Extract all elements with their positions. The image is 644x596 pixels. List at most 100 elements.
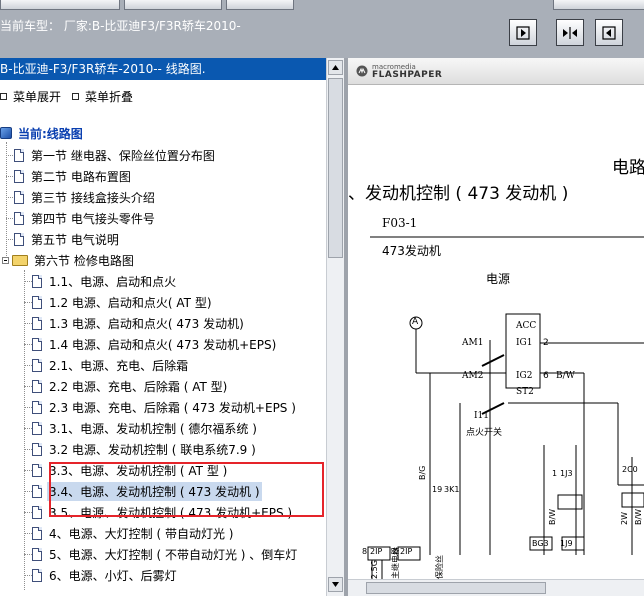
menu-collapse-button[interactable]: 菜单折叠	[72, 88, 133, 105]
scroll-up-arrow-icon	[332, 65, 339, 70]
collapse-toggle-icon[interactable]	[2, 256, 9, 264]
wire-label-bw: B/W	[556, 371, 575, 381]
tree-connector	[24, 302, 32, 303]
scroll-up-button[interactable]	[328, 60, 343, 75]
viewer-horizontal-scrollbar[interactable]	[348, 579, 644, 596]
tree-item[interactable]: 6、电源、小灯、后雾灯	[32, 565, 179, 585]
collapse-left-panel-button[interactable]	[509, 19, 537, 46]
tree-item[interactable]: 2.1、电源、充电、后除霜	[32, 355, 190, 375]
tree-connector	[24, 554, 32, 555]
tree-chapter-label: 第四节 电气接头零件号	[31, 211, 155, 226]
tree-connector	[6, 176, 13, 177]
top-tab-2[interactable]	[124, 0, 222, 10]
tree-item-label: 5、电源、大灯控制 ( 不带自动灯光 ) 、倒车灯	[49, 547, 298, 562]
tree-chapter-6[interactable]: 第六节 检修电路图	[2, 250, 136, 270]
tree-item[interactable]: 1.1、电源、启动和点火	[32, 271, 178, 291]
tree-connector	[24, 365, 32, 366]
document-icon	[14, 169, 24, 183]
ignition-switch-number: I11	[474, 411, 490, 421]
document-icon	[14, 190, 24, 204]
tree-item[interactable]: 1.3 电源、启动和点火( 473 发动机)	[32, 313, 246, 333]
tree-item-label: 3.3、电源、发动机控制 ( AT 型 )	[49, 463, 228, 478]
tree-connector	[24, 270, 25, 590]
tree-item[interactable]: 1.2 电源、启动和点火( AT 型)	[32, 292, 214, 312]
top-tab-4[interactable]	[553, 0, 644, 10]
tree-connector	[24, 512, 32, 513]
wire-label: 2W	[620, 512, 629, 525]
tree-connector	[24, 407, 32, 408]
switch-label-ig2: IG2	[516, 371, 533, 381]
tree-vertical-scrollbar[interactable]	[326, 58, 344, 596]
connector-label: 3K1	[444, 485, 460, 494]
menu-expand-button[interactable]: 菜单展开	[0, 88, 61, 105]
connector-label: 1J9	[560, 539, 573, 548]
current-vehicle-label: 当前车型： 厂家:B-比亚迪F3/F3R轿车2010-	[0, 19, 241, 33]
tree-chapter-5[interactable]: 第五节 电气说明	[14, 229, 121, 249]
tree-item[interactable]: 2.2 电源、充电、后除霜 ( AT 型)	[32, 376, 229, 396]
connector-num: 8	[362, 547, 368, 556]
document-icon	[14, 232, 24, 246]
connector-label: 2IP	[400, 547, 413, 556]
folder-open-icon	[12, 254, 28, 266]
tree-chapter-label: 第三节 接线盒接头介绍	[31, 190, 155, 205]
document-icon	[32, 568, 42, 582]
collapse-right-panel-button[interactable]	[595, 19, 623, 46]
menu-collapse-label: 菜单折叠	[85, 90, 134, 104]
tree-chapter-2[interactable]: 第二节 电路布置图	[14, 166, 133, 186]
viewer-header: macromedia FLASHPAPER	[348, 58, 644, 85]
tree-root-label: 当前:线路图	[18, 126, 83, 141]
tree-chapter-1[interactable]: 第一节 继电器、保险丝位置分布图	[14, 145, 217, 165]
tree-item[interactable]: 3.2 电源、发动机控制 ( 联电系统7.9 )	[32, 439, 258, 459]
square-bullet-icon	[72, 93, 79, 100]
tree-connector	[24, 323, 32, 324]
tree-chapter-3[interactable]: 第三节 接线盒接头介绍	[14, 187, 157, 207]
tree-connector	[24, 470, 32, 471]
document-icon	[32, 442, 42, 456]
tree-root[interactable]: 当前:线路图	[0, 123, 85, 143]
connector-label: 1J3	[560, 469, 573, 478]
navigation-panel: B-比亚迪-F3/F3R轿车-2010-- 线路图. 菜单展开 菜单折叠 当前:…	[0, 58, 344, 596]
tree-item-label: 1.2 电源、启动和点火( AT 型)	[49, 295, 212, 310]
tree-connector	[24, 491, 32, 492]
tree-item[interactable]: 5、电源、大灯控制 ( 不带自动灯光 ) 、倒车灯	[32, 544, 299, 564]
macromedia-logo-icon	[356, 65, 368, 77]
tree-item[interactable]: 4、电源、大灯控制 ( 带自动灯光 )	[32, 523, 235, 543]
scroll-thumb[interactable]	[366, 582, 546, 594]
wire-label: B/G	[418, 465, 427, 480]
top-toolbar: 当前车型： 厂家:B-比亚迪F3/F3R轿车2010-	[0, 0, 644, 59]
document-icon	[32, 337, 42, 351]
tree-item[interactable]: 1.4 电源、启动和点火( 473 发动机+EPS)	[32, 334, 278, 354]
document-icon	[32, 505, 42, 519]
tree-connector	[24, 281, 32, 282]
document-icon	[14, 148, 24, 162]
top-tab-3[interactable]	[226, 0, 294, 10]
tree-item[interactable]: 3.3、电源、发动机控制 ( AT 型 )	[32, 460, 229, 480]
switch-label-ig1: IG1	[516, 338, 533, 348]
tree-item[interactable]: 3.1、电源、发动机控制 ( 德尔福系统 )	[32, 418, 259, 438]
tree-connector	[24, 344, 32, 345]
document-icon	[32, 463, 42, 477]
scroll-down-button[interactable]	[328, 577, 343, 592]
tree-item-selected[interactable]: 3.4、电源、发动机控制 ( 473 发动机 )	[32, 481, 262, 501]
scroll-down-arrow-icon	[332, 582, 339, 587]
flashpaper-logo: macromedia FLASHPAPER	[356, 63, 442, 80]
tree-connector	[6, 218, 13, 219]
tree-connector	[24, 575, 32, 576]
book-icon	[0, 127, 12, 139]
split-view-button[interactable]	[556, 19, 584, 46]
connector-label: 2IP	[370, 547, 383, 556]
tree-item-label: 1.4 电源、启动和点火( 473 发动机+EPS)	[49, 337, 277, 352]
tree-item[interactable]: 2.3 电源、充电、后除霜 ( 473 发动机+EPS )	[32, 397, 298, 417]
tree-chapter-4[interactable]: 第四节 电气接头零件号	[14, 208, 157, 228]
tree-item[interactable]: 3.5、电源、发动机控制 ( 473 发动机+EPS )	[32, 502, 294, 522]
tree-item-label: 2.2 电源、充电、后除霜 ( AT 型)	[49, 379, 228, 394]
tree-chapter-label: 第二节 电路布置图	[31, 169, 131, 184]
tree-connector	[6, 142, 7, 258]
top-tab-1[interactable]	[0, 0, 120, 10]
tree-item-label: 6、电源、小灯、后雾灯	[49, 568, 177, 583]
tree-item-label: 3.1、电源、发动机控制 ( 德尔福系统 )	[49, 421, 257, 436]
scroll-thumb[interactable]	[328, 78, 343, 258]
pin-label-6: 6	[543, 371, 549, 381]
document-icon	[14, 211, 24, 225]
tree-chapter-label: 第一节 继电器、保险丝位置分布图	[31, 148, 215, 163]
